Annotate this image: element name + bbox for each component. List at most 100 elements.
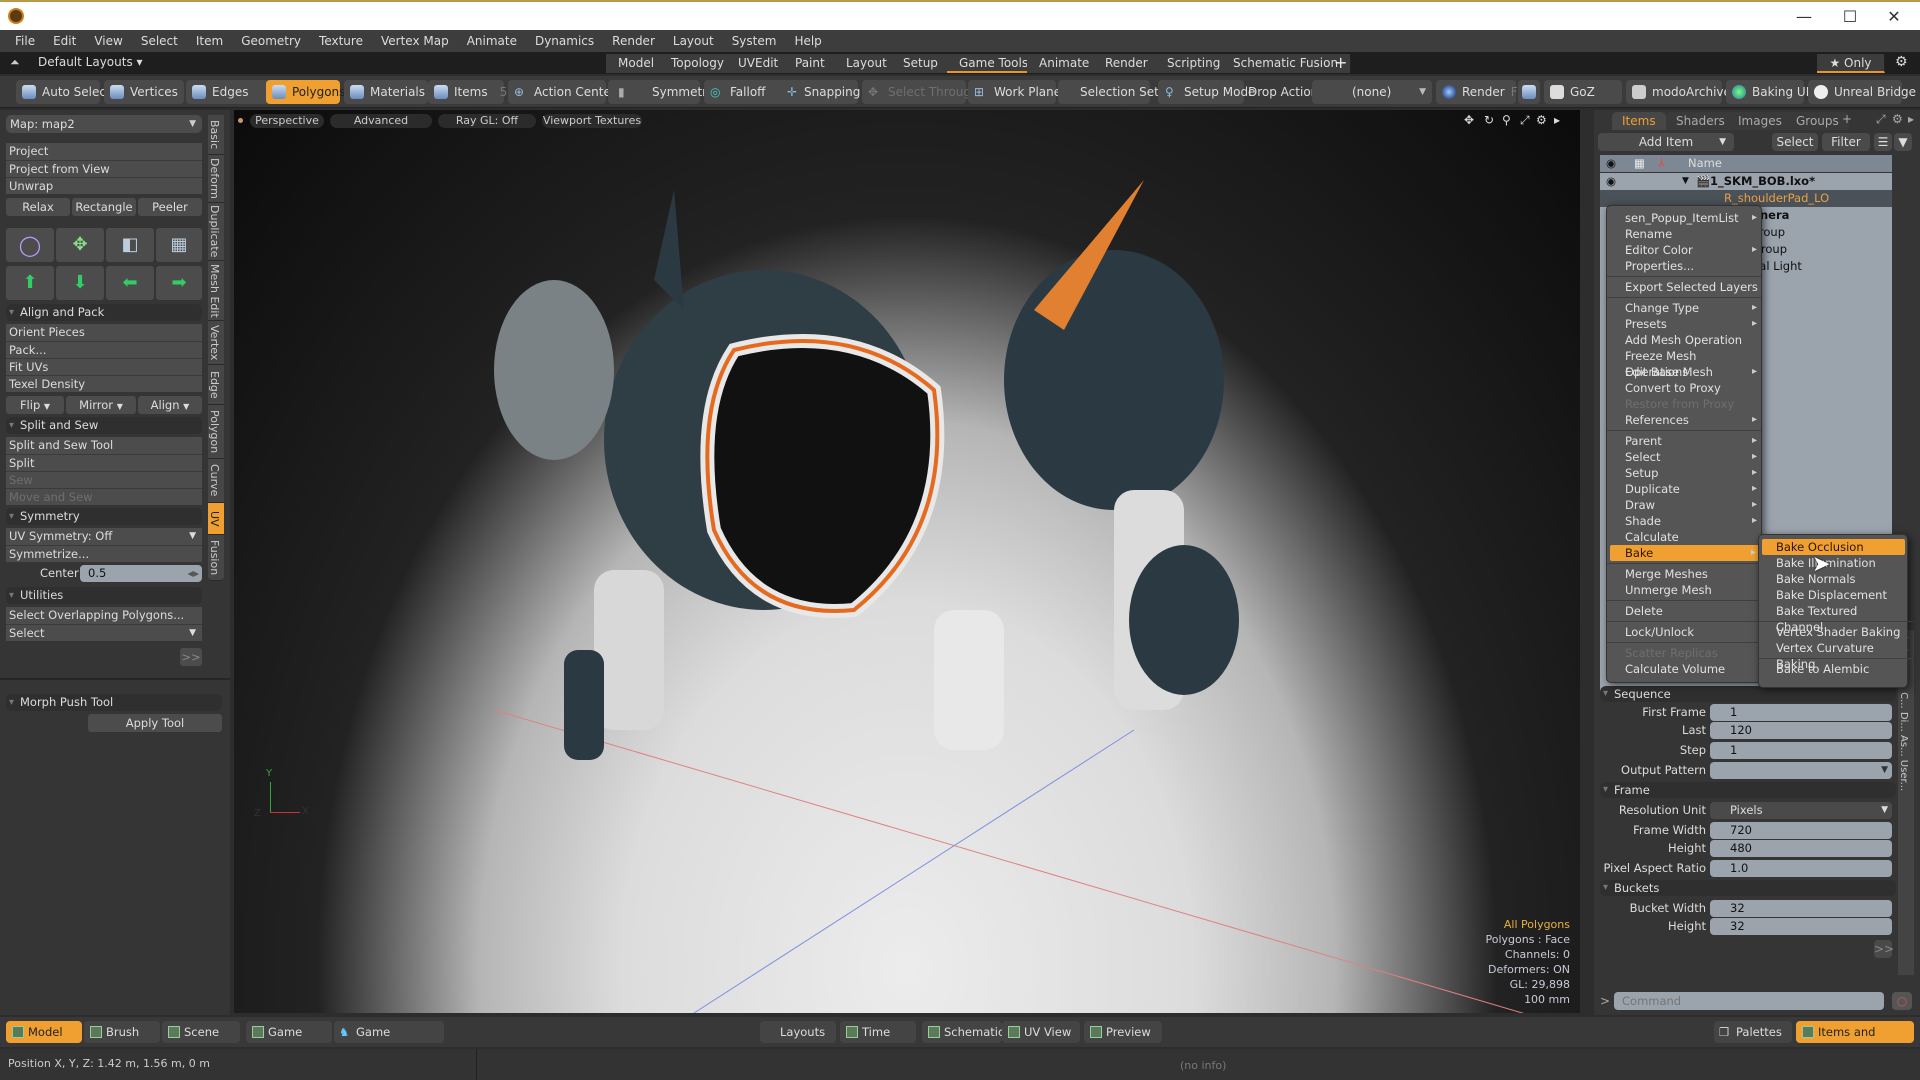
pack-button[interactable]: Pack... [6, 341, 202, 358]
output-pattern-field[interactable]: ▼ [1710, 762, 1892, 779]
menu-item-bake[interactable]: Bake [1610, 545, 1760, 561]
step-field[interactable]: 1 [1710, 742, 1892, 759]
baking-ui-button[interactable]: Baking UI [1726, 80, 1809, 104]
project-from-view-button[interactable]: Project from View [6, 160, 202, 177]
texel-density-button[interactable]: Texel Density [6, 375, 202, 392]
select-button[interactable]: Select [1772, 133, 1818, 151]
tab-setup[interactable]: Setup [891, 54, 951, 73]
layouts-button[interactable]: Layouts [760, 1021, 836, 1043]
move-and-sew-button[interactable]: Move and Sew [6, 488, 202, 505]
vtab-fusion[interactable]: Fusion [208, 535, 224, 581]
menu-view[interactable]: View [85, 30, 131, 52]
gear-icon[interactable]: ⚙ [1895, 54, 1908, 70]
menu-item-export-selected-layers[interactable]: Export Selected Layers [1607, 279, 1761, 295]
chevron-down-icon[interactable]: ▼ [1881, 762, 1888, 779]
menu-item-sen-popup-itemlist[interactable]: sen_Popup_ItemList [1607, 210, 1761, 226]
maximize-button[interactable]: ☐ [1830, 6, 1870, 28]
polygons-button[interactable]: Polygons [266, 80, 345, 104]
add-item-button[interactable]: Add Item ▼ [1598, 133, 1734, 151]
uv-symmetry-select[interactable]: UV Symmetry: Off ▼ [6, 528, 202, 545]
menu-render[interactable]: Render [603, 30, 664, 52]
last-field[interactable]: 120 [1710, 722, 1892, 739]
menu-geometry[interactable]: Geometry [232, 30, 310, 52]
submenu-item-bake-occlusion[interactable]: Bake Occlusion [1762, 539, 1905, 555]
selection-sets-button[interactable]: Selection Sets [1058, 80, 1165, 104]
tab-items[interactable]: Items [1612, 112, 1666, 130]
panel-gear-icon[interactable]: ⚙ [1892, 112, 1903, 126]
work-plane-button[interactable]: ⊞ Work Plane [968, 80, 1061, 104]
orient-pieces-button[interactable]: Orient Pieces [6, 324, 202, 341]
menu-select[interactable]: Select [132, 30, 187, 52]
uv-transform-tool-icon[interactable]: ◯ [6, 228, 54, 262]
menu-item-merge-meshes[interactable]: Merge Meshes [1607, 566, 1761, 582]
side-tab[interactable]: Di... [1898, 712, 1909, 732]
flip-dropdown[interactable]: Flip ▼ [6, 396, 64, 414]
materials-button[interactable]: Materials [344, 80, 428, 104]
modo-archiver-button[interactable]: modoArchiver [1626, 80, 1736, 104]
menu-item-convert-to-proxy[interactable]: Convert to Proxy [1607, 380, 1761, 396]
menu-item-duplicate[interactable]: Duplicate [1607, 481, 1761, 497]
menu-item-calculate[interactable]: Calculate [1607, 529, 1761, 545]
setup-mode-button[interactable]: ♀ Setup Mode [1158, 80, 1255, 104]
vtab-polygon[interactable]: Polygon [208, 405, 224, 459]
submenu-item-bake-textured-channel[interactable]: Bake Textured Channel [1759, 603, 1907, 634]
select-overlapping-button[interactable]: Select Overlapping Polygons... [6, 607, 202, 624]
menu-item-properties[interactable]: Properties... [1607, 258, 1761, 274]
side-tab[interactable]: C... [1898, 692, 1909, 709]
menu-layout[interactable]: Layout [664, 30, 723, 52]
collapse-up-icon[interactable]: ⏶ [10, 55, 20, 70]
peeler-button[interactable]: Peeler [138, 198, 202, 216]
frame-height-field[interactable]: 480 [1710, 840, 1892, 857]
menu-item-lock-unlock[interactable]: Lock/Unlock [1607, 624, 1761, 640]
menu-help[interactable]: Help [785, 30, 830, 52]
3d-viewport[interactable]: Perspective Advanced Ray GL: Off Viewpor… [234, 110, 1580, 1013]
uv-map-select[interactable]: Map: map2 ▼ [6, 115, 202, 133]
list-options-icon[interactable]: ☰ [1874, 133, 1892, 151]
symmetry-section-header[interactable]: Symmetry [6, 508, 202, 525]
minimize-button[interactable]: — [1784, 6, 1824, 28]
command-input[interactable] [1614, 992, 1884, 1010]
align-bottom-icon[interactable]: ⬇ [56, 266, 104, 300]
relax-button[interactable]: Relax [6, 198, 70, 216]
expand-icon[interactable]: ⤢ [1876, 112, 1886, 127]
vtab-mesh-edit[interactable]: Mesh Edit [208, 261, 224, 321]
tab-images[interactable]: Images [1728, 112, 1792, 130]
add-tab-icon[interactable]: + [1842, 112, 1852, 126]
default-layouts-dropdown[interactable]: Default Layouts ▾ [38, 55, 143, 69]
fit-uvs-button[interactable]: Fit UVs [6, 358, 202, 375]
menu-vertex-map[interactable]: Vertex Map [372, 30, 458, 52]
align-pack-section-header[interactable]: Align and Pack [6, 304, 202, 321]
tab-animate[interactable]: Animate [1027, 54, 1103, 73]
unwrap-button[interactable]: Unwrap [6, 177, 202, 194]
center-field[interactable]: 0.5 ◂▸ [80, 565, 202, 582]
align-left-icon[interactable]: ⬅ [106, 266, 154, 300]
menu-texture[interactable]: Texture [310, 30, 372, 52]
only-filter-button[interactable]: ★ Only [1817, 54, 1885, 73]
menu-item-add-mesh-operation[interactable]: Add Mesh Operation [1607, 332, 1761, 348]
vtab-curve[interactable]: Curve [208, 459, 224, 503]
edges-button[interactable]: Edges2 [186, 80, 278, 104]
menu-item-restore-from-proxy[interactable]: Restore from Proxy [1607, 396, 1761, 412]
tab-render[interactable]: Render [1093, 54, 1161, 73]
render-button[interactable]: RenderF9 [1436, 80, 1525, 104]
uv-grid-tool-icon[interactable]: ▦ [156, 228, 202, 262]
menu-item-calculate-volume[interactable]: Calculate Volume [1607, 661, 1761, 677]
vertices-button[interactable]: Vertices1 [104, 80, 194, 104]
uv-box-tool-icon[interactable]: ◧ [106, 228, 154, 262]
align-dropdown[interactable]: Align ▼ [138, 396, 202, 414]
menu-item-change-type[interactable]: Change Type [1607, 300, 1761, 316]
preview-button[interactable]: Preview [1084, 1021, 1162, 1043]
auto-select-button[interactable]: Auto Select [16, 80, 111, 104]
menu-item[interactable]: Item [187, 30, 232, 52]
submenu-item-vertex-curvature-baking[interactable]: Vertex Curvature Baking [1759, 640, 1907, 671]
pixel-aspect-field[interactable]: 1.0 [1710, 860, 1892, 877]
side-tab[interactable]: User... [1898, 760, 1909, 791]
apply-tool-button[interactable]: Apply Tool [88, 714, 222, 732]
submenu-item-bake-normals[interactable]: Bake Normals [1759, 571, 1907, 587]
utilities-section-header[interactable]: Utilities [6, 587, 202, 604]
menu-system[interactable]: System [723, 30, 786, 52]
rectangle-button[interactable]: Rectangle [72, 198, 136, 216]
vtab-edge[interactable]: Edge [208, 365, 224, 405]
vtab-basic[interactable]: Basic [208, 115, 224, 155]
menu-item-presets[interactable]: Presets [1607, 316, 1761, 332]
